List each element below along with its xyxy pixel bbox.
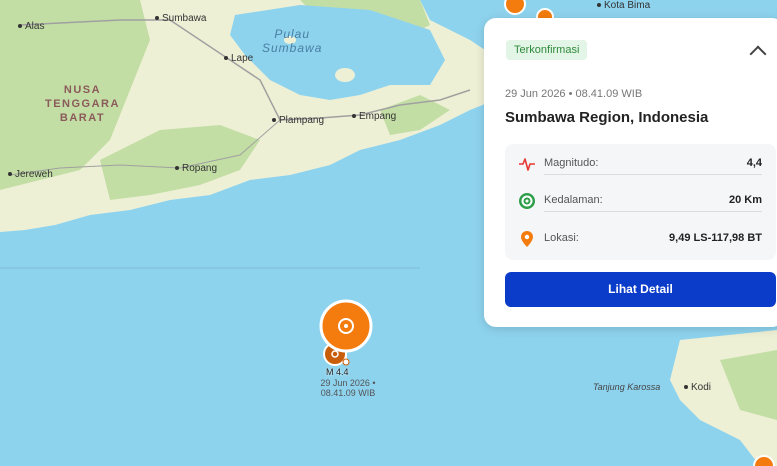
place-lape: Lape: [224, 53, 253, 64]
place-kodi: Kodi: [684, 382, 711, 393]
location-value: 9,49 LS-117,98 BT: [669, 232, 762, 244]
place-alas: Alas: [18, 21, 44, 32]
detail-button[interactable]: Lihat Detail: [505, 272, 776, 307]
region-label: NUSA TENGGARA BARAT: [45, 84, 120, 124]
quake-time-label: 29 Jun 2026 • 08.41.09 WIB: [320, 378, 376, 398]
magnitude-label: Magnitudo:: [544, 157, 599, 169]
place-kota-bima: Kota Bima: [597, 0, 650, 11]
depth-label: Kedalaman:: [544, 194, 603, 206]
status-badge: Terkonfirmasi: [506, 40, 588, 60]
magnitude-row: Magnitudo: 4,4: [518, 154, 762, 174]
depth-value: 20 Km: [728, 194, 762, 206]
event-title: Sumbawa Region, Indonesia: [505, 109, 709, 126]
place-empang: Empang: [352, 111, 396, 122]
chevron-up-icon[interactable]: [749, 45, 767, 63]
island-label: Pulau Sumbawa: [262, 27, 323, 55]
depth-row: Kedalaman: 20 Km: [518, 191, 762, 211]
place-sumbawa: Sumbawa: [155, 13, 206, 24]
info-box: Magnitudo: 4,4 Kedalaman: 20 Km Lokasi: …: [505, 144, 776, 260]
earthquake-info-card: Terkonfirmasi 29 Jun 2026 • 08.41.09 WIB…: [484, 18, 777, 327]
pulse-icon: [519, 158, 535, 171]
location-label: Lokasi:: [544, 232, 579, 244]
event-datetime: 29 Jun 2026 • 08.41.09 WIB: [505, 88, 643, 100]
quake-magnitude-label: M 4.4: [326, 367, 349, 377]
map-pin-icon: [521, 231, 533, 247]
location-row: Lokasi: 9,49 LS-117,98 BT: [518, 229, 762, 249]
place-jereweh: Jereweh: [8, 169, 53, 180]
cape-label: Tanjung Karossa: [593, 382, 661, 392]
place-plampang: Plampang: [272, 115, 324, 126]
magnitude-value: 4,4: [746, 157, 762, 169]
place-ropang: Ropang: [175, 163, 217, 174]
target-icon: [519, 193, 535, 209]
